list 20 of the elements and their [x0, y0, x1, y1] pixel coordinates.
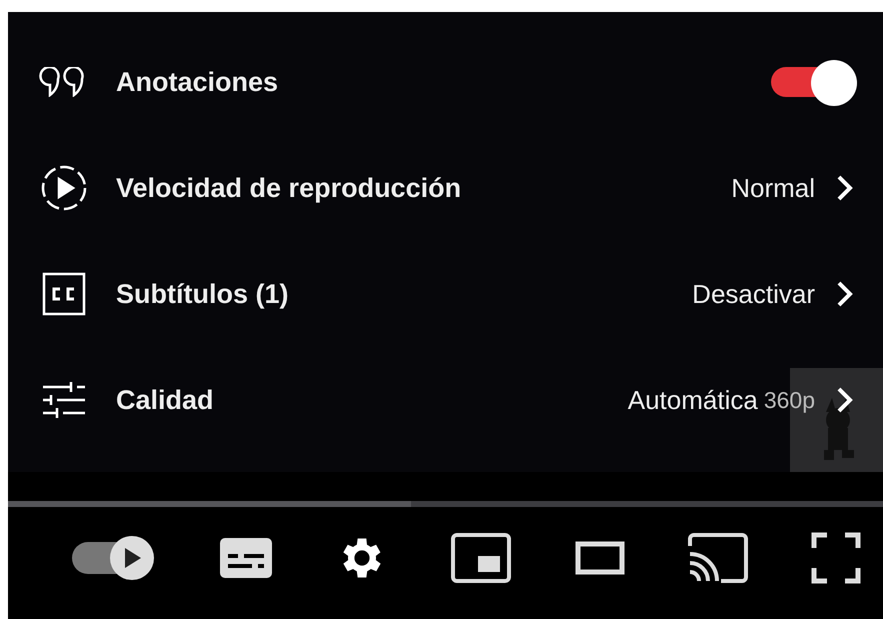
menu-value: Desactivar — [692, 278, 815, 310]
menu-item[interactable]: Subtítulos (1) Desactivar — [8, 241, 883, 347]
theater-mode-button[interactable] — [574, 541, 625, 575]
chevron-right-icon — [835, 280, 855, 308]
menu-item[interactable]: Velocidad de reproducción Normal — [8, 135, 883, 241]
fullscreen-button[interactable] — [810, 532, 861, 584]
subtitles-icon — [42, 272, 86, 316]
play-speed-icon — [40, 164, 88, 212]
miniplayer-button[interactable] — [450, 532, 512, 584]
menu-item[interactable]: Calidad Automática 360p — [8, 347, 883, 453]
chevron-right-icon — [835, 174, 855, 202]
annotations-switch[interactable] — [771, 60, 855, 104]
chevron-right-icon — [835, 386, 855, 414]
menu-value: Normal — [731, 172, 815, 204]
menu-item[interactable]: Anotaciones — [8, 29, 883, 135]
sliders-icon — [40, 380, 88, 420]
menu-value-detail: 360p — [764, 386, 815, 414]
menu-value: Automática — [628, 384, 758, 416]
cast-button[interactable] — [686, 532, 749, 584]
autoplay-toggle[interactable] — [70, 534, 156, 582]
